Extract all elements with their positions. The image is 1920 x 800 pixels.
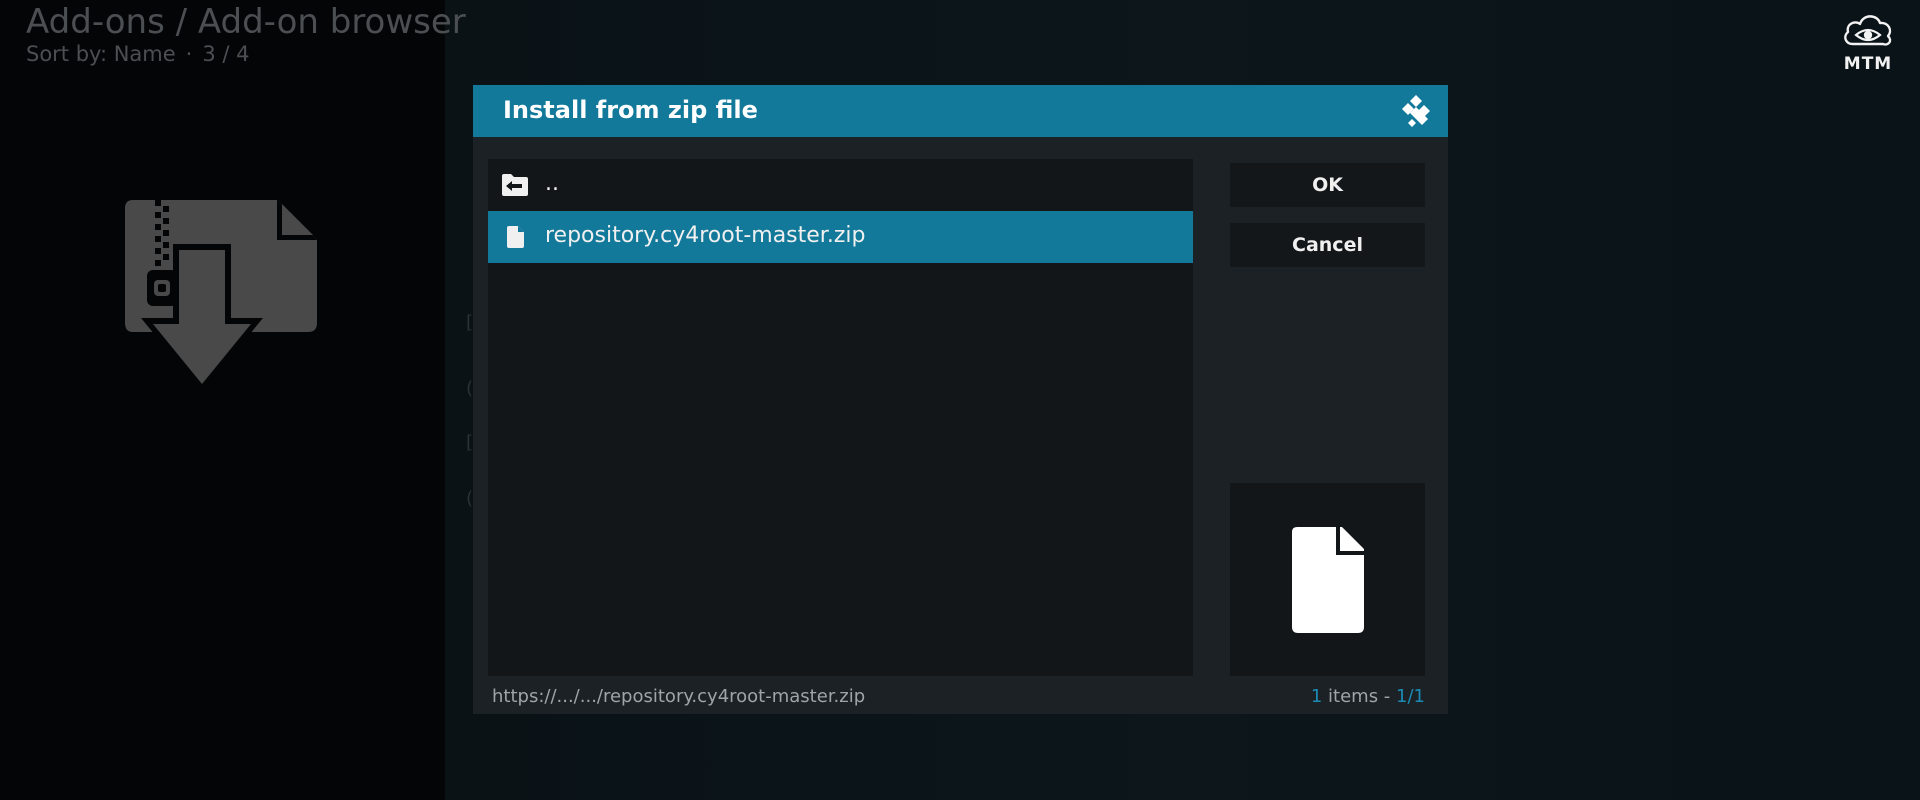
preview-thumbnail bbox=[1230, 483, 1425, 676]
sort-label: Sort by: Name bbox=[26, 42, 176, 66]
separator-dot: · bbox=[185, 42, 193, 66]
selected-path: https://.../.../repository.cy4root-maste… bbox=[492, 686, 866, 707]
items-label: items - bbox=[1328, 686, 1391, 707]
list-item-label: repository.cy4root-master.zip bbox=[545, 223, 866, 248]
page-title: Add-ons / Add-on browser bbox=[26, 2, 466, 42]
file-list: .. repository.cy4root-master.zip bbox=[488, 159, 1193, 676]
list-item-label: .. bbox=[545, 171, 559, 196]
zip-install-icon bbox=[125, 200, 317, 392]
background-fragment: [ bbox=[466, 432, 474, 453]
background-fragment: [ bbox=[466, 312, 474, 333]
kodi-icon bbox=[1402, 95, 1430, 127]
item-total: 1 bbox=[1310, 686, 1323, 707]
list-item-zip-file[interactable]: repository.cy4root-master.zip bbox=[488, 211, 1193, 263]
background-fragment: ( bbox=[466, 488, 474, 509]
install-zip-dialog: Install from zip file .. repository.cy4r… bbox=[473, 85, 1448, 714]
logo-text: MTM bbox=[1843, 54, 1893, 74]
cancel-button[interactable]: Cancel bbox=[1230, 223, 1425, 267]
dialog-title: Install from zip file bbox=[503, 96, 758, 124]
items-count: 1 items - 1/1 bbox=[1311, 686, 1425, 707]
item-position: 3 / 4 bbox=[202, 42, 250, 66]
ok-button[interactable]: OK bbox=[1230, 163, 1425, 207]
mtm-logo: MTM bbox=[1838, 10, 1898, 74]
file-icon bbox=[1292, 527, 1364, 633]
folder-up-icon bbox=[502, 174, 528, 196]
dialog-header: Install from zip file bbox=[473, 85, 1448, 137]
left-panel bbox=[0, 0, 445, 800]
file-icon bbox=[507, 226, 524, 248]
cloud-eye-icon bbox=[1844, 15, 1892, 46]
list-item-parent-folder[interactable]: .. bbox=[488, 159, 1193, 211]
sort-info: Sort by: Name · 3 / 4 bbox=[26, 42, 250, 66]
page-indicator: 1/1 bbox=[1396, 686, 1425, 707]
background-fragment: ( bbox=[466, 378, 474, 399]
